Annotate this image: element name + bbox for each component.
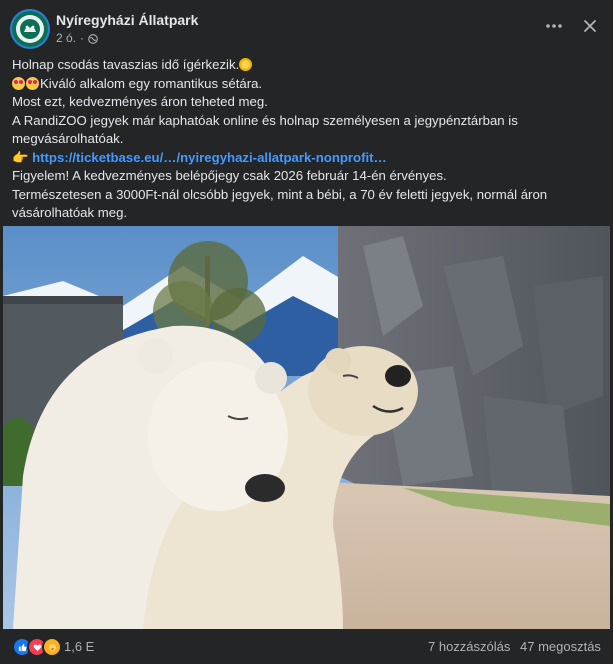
more-options-icon[interactable] bbox=[542, 14, 566, 38]
text-line: Természetesen a 3000Ft-nál olcsóbb jegye… bbox=[12, 186, 548, 221]
page-name[interactable]: Nyíregyházi Állatpark bbox=[56, 12, 198, 28]
share-count[interactable]: 47 megosztás bbox=[520, 639, 601, 654]
post-card: Nyíregyházi Állatpark 2 ó. · Holnap csod… bbox=[0, 0, 613, 664]
post-photo[interactable] bbox=[3, 226, 610, 629]
pointing-hand-icon: 👉 bbox=[12, 149, 29, 165]
link-line: 👉 https://ticketbase.eu/…/nyiregyhazi-al… bbox=[12, 149, 602, 168]
zoo-logo-icon bbox=[16, 15, 44, 43]
heart-eyes-icon bbox=[26, 76, 39, 90]
care-icon bbox=[42, 637, 62, 657]
sun-icon bbox=[239, 58, 253, 71]
post-time[interactable]: 2 ó. bbox=[56, 31, 76, 45]
reaction-icons[interactable] bbox=[12, 637, 62, 657]
globe-icon bbox=[88, 33, 98, 44]
text-line: Holnap csodás tavaszias idő ígérkezik. bbox=[12, 56, 602, 75]
page-avatar[interactable] bbox=[12, 11, 48, 47]
comment-count[interactable]: 7 hozzászólás bbox=[428, 639, 510, 654]
post-meta: 2 ó. · bbox=[56, 31, 98, 45]
text-line: Most ezt, kedvezményes áron teheted meg. bbox=[12, 94, 268, 109]
text-line: Figyelem! A kedvezményes belépőjegy csak… bbox=[12, 168, 447, 183]
meta-separator: · bbox=[80, 31, 85, 45]
text-line: A RandiZOO jegyek már kaphatóak online é… bbox=[12, 112, 518, 147]
close-icon[interactable] bbox=[578, 14, 602, 38]
reaction-count[interactable]: 1,6 E bbox=[64, 639, 94, 654]
post-text: Holnap csodás tavaszias idő ígérkezik. K… bbox=[12, 56, 602, 223]
heart-eyes-icon bbox=[12, 76, 25, 90]
ticket-link[interactable]: https://ticketbase.eu/…/nyiregyhazi-alla… bbox=[32, 150, 387, 165]
text-line: Kiváló alkalom egy romantikus sétára. bbox=[12, 75, 602, 94]
